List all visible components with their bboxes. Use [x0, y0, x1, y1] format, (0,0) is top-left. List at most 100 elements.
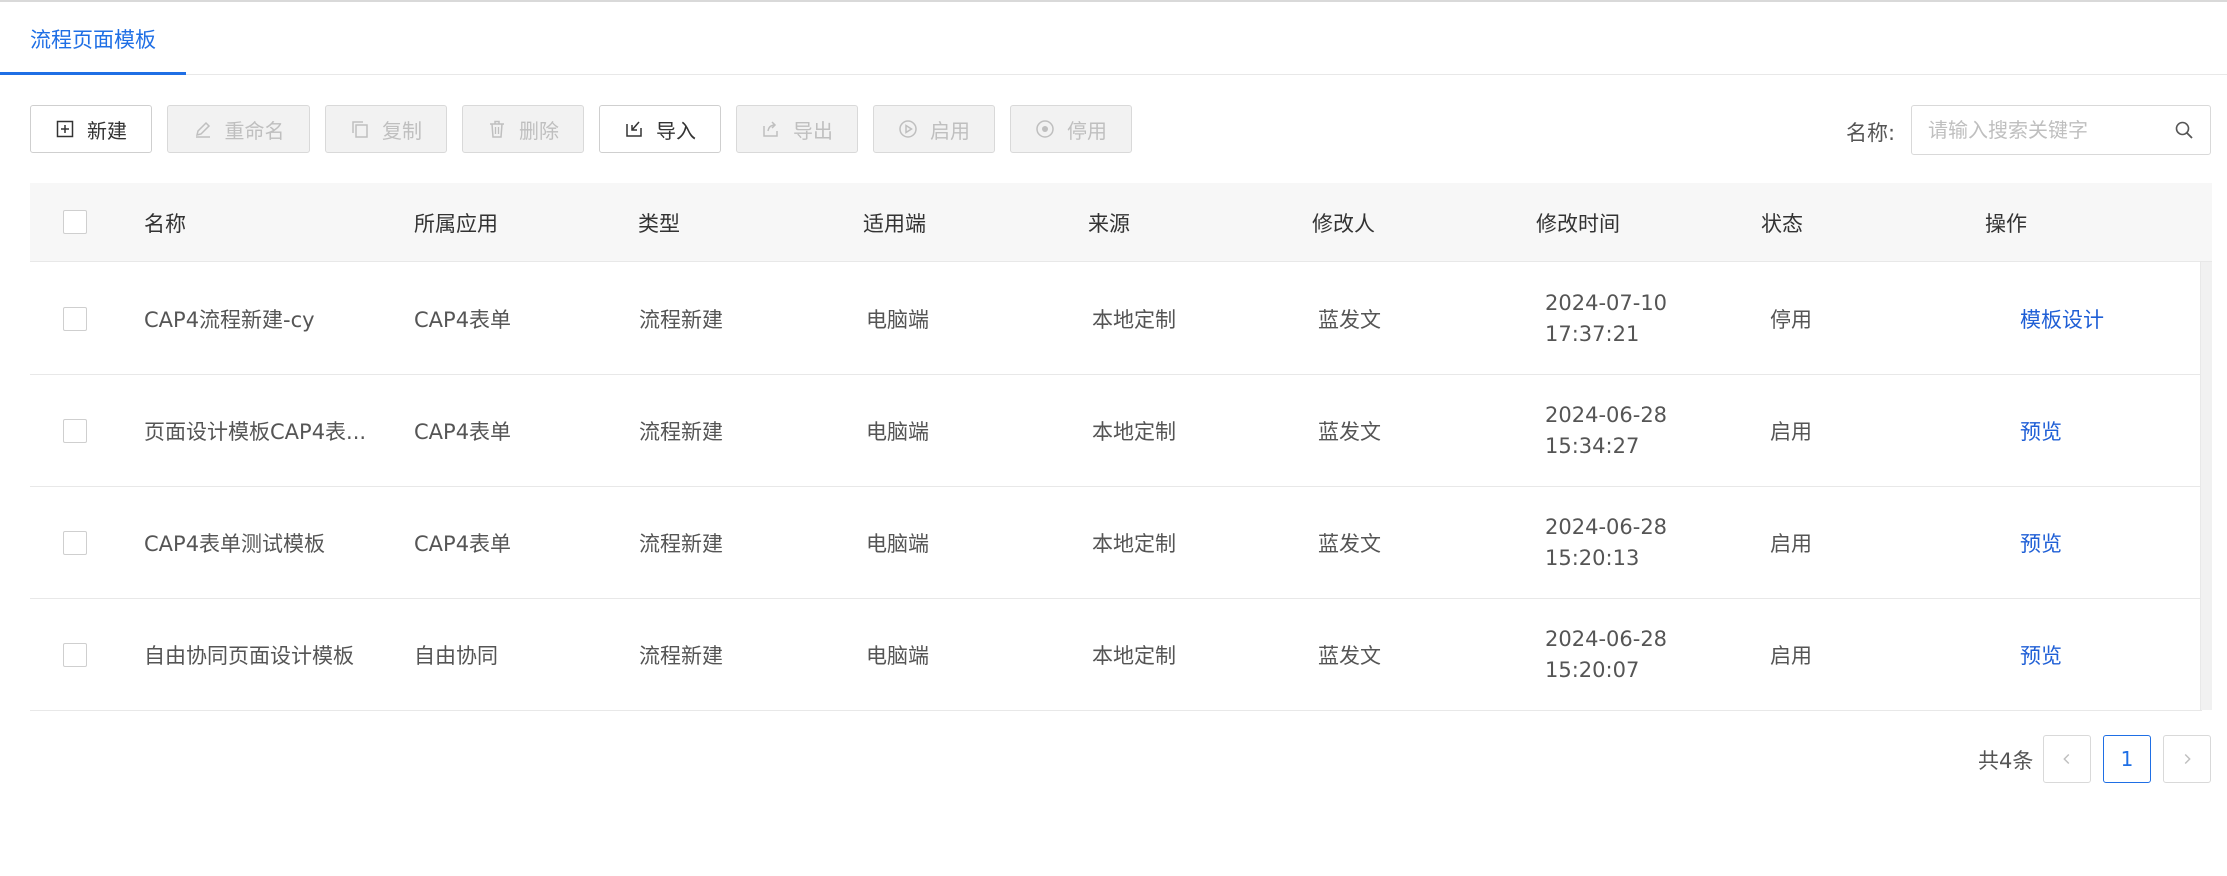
cell-app: CAP4表单	[414, 308, 512, 332]
delete-button[interactable]: 删除	[462, 105, 584, 153]
cell-status: 停用	[1770, 308, 1812, 332]
preview-link[interactable]: 预览	[2020, 599, 2062, 711]
stop-circle-icon	[1035, 119, 1055, 139]
cell-modify-time: 2024-07-10 17:37:21	[1545, 263, 1667, 375]
cell-name: 页面设计模板CAP4表...	[144, 420, 367, 444]
modify-clock: 15:34:27	[1545, 434, 1640, 458]
delete-button-label: 删除	[519, 118, 559, 143]
row-checkbox[interactable]	[63, 307, 87, 331]
cell-platform: 电脑端	[866, 644, 929, 668]
total-count: 共4条	[1978, 749, 2034, 773]
modify-clock: 17:37:21	[1545, 322, 1640, 346]
disable-button-label: 停用	[1067, 118, 1107, 143]
copy-button[interactable]: 复制	[325, 105, 447, 153]
new-button[interactable]: 新建	[30, 105, 152, 153]
header-source[interactable]: 来源	[1088, 183, 1130, 262]
cell-modify-time: 2024-06-28 15:20:13	[1545, 487, 1667, 599]
play-circle-icon	[898, 119, 918, 139]
copy-button-label: 复制	[382, 118, 422, 143]
search-icon[interactable]	[2174, 120, 2194, 140]
cell-modifier: 蓝发文	[1318, 308, 1381, 332]
cell-modify-time: 2024-06-28 15:20:07	[1545, 599, 1667, 711]
rename-button[interactable]: 重命名	[167, 105, 310, 153]
trash-icon	[487, 119, 507, 139]
import-icon	[624, 119, 644, 139]
modify-clock: 15:20:13	[1545, 546, 1640, 570]
modify-date: 2024-06-28	[1545, 627, 1668, 651]
cell-app: CAP4表单	[414, 420, 512, 444]
chevron-right-icon	[2184, 753, 2191, 765]
cell-platform: 电脑端	[866, 532, 929, 556]
table-row[interactable]: CAP4流程新建-cy CAP4表单 流程新建 电脑端 本地定制 蓝发文 202…	[30, 263, 2202, 375]
cell-name: CAP4流程新建-cy	[144, 308, 315, 332]
template-design-link[interactable]: 模板设计	[2020, 263, 2104, 375]
cell-name: 自由协同页面设计模板	[144, 644, 354, 668]
table-row[interactable]: 页面设计模板CAP4表... CAP4表单 流程新建 电脑端 本地定制 蓝发文 …	[30, 375, 2202, 487]
cell-app: CAP4表单	[414, 532, 512, 556]
enable-button[interactable]: 启用	[873, 105, 995, 153]
cell-platform: 电脑端	[866, 308, 929, 332]
row-checkbox[interactable]	[63, 419, 87, 443]
header-action: 操作	[1985, 211, 2027, 236]
preview-link[interactable]: 预览	[2020, 375, 2062, 487]
active-tab-indicator	[0, 72, 186, 75]
table-header: 名称 所属应用 类型 适用端 来源 修改人 修改时间 状态 操作	[30, 183, 2212, 262]
plus-square-icon	[55, 119, 75, 139]
tab-bar: 流程页面模板	[0, 2, 2227, 75]
modify-clock: 15:20:07	[1545, 658, 1640, 682]
search-input[interactable]	[1928, 106, 2158, 154]
search-box	[1911, 105, 2211, 155]
modify-date: 2024-06-28	[1545, 515, 1668, 539]
cell-type: 流程新建	[639, 644, 723, 668]
enable-button-label: 启用	[930, 118, 970, 143]
header-modifier[interactable]: 修改人	[1312, 183, 1375, 262]
cell-modifier: 蓝发文	[1318, 644, 1381, 668]
cell-type: 流程新建	[639, 532, 723, 556]
row-checkbox[interactable]	[63, 531, 87, 555]
disable-button[interactable]: 停用	[1010, 105, 1132, 153]
import-button[interactable]: 导入	[599, 105, 721, 153]
new-button-label: 新建	[87, 118, 127, 143]
cell-platform: 电脑端	[866, 420, 929, 444]
export-button[interactable]: 导出	[736, 105, 858, 153]
export-button-label: 导出	[793, 118, 833, 143]
cell-status: 启用	[1770, 644, 1812, 668]
header-app[interactable]: 所属应用	[414, 183, 498, 262]
prev-page-button[interactable]	[2043, 735, 2091, 783]
header-platform[interactable]: 适用端	[863, 183, 926, 262]
import-button-label: 导入	[656, 118, 696, 143]
cell-type: 流程新建	[639, 420, 723, 444]
cell-modifier: 蓝发文	[1318, 420, 1381, 444]
table-row[interactable]: CAP4表单测试模板 CAP4表单 流程新建 电脑端 本地定制 蓝发文 2024…	[30, 487, 2202, 599]
chevron-left-icon	[2063, 753, 2070, 765]
cell-status: 启用	[1770, 420, 1812, 444]
tab-label: 流程页面模板	[30, 27, 156, 52]
cell-status: 启用	[1770, 532, 1812, 556]
cell-name: CAP4表单测试模板	[144, 532, 326, 556]
modify-date: 2024-07-10	[1545, 291, 1668, 315]
edit-icon	[193, 119, 213, 139]
search-label: 名称:	[1846, 121, 1896, 145]
export-icon	[761, 119, 781, 139]
header-name[interactable]: 名称	[144, 183, 186, 262]
modify-date: 2024-06-28	[1545, 403, 1668, 427]
page-1-button[interactable]: 1	[2103, 735, 2151, 783]
select-all-checkbox[interactable]	[63, 210, 87, 234]
cell-source: 本地定制	[1092, 532, 1176, 556]
cell-modifier: 蓝发文	[1318, 532, 1381, 556]
table-scrollbar[interactable]	[2200, 262, 2212, 710]
current-page-number: 1	[2120, 747, 2134, 771]
header-modify-time[interactable]: 修改时间	[1536, 183, 1620, 262]
row-checkbox[interactable]	[63, 643, 87, 667]
next-page-button[interactable]	[2163, 735, 2211, 783]
header-type[interactable]: 类型	[638, 183, 680, 262]
table-row[interactable]: 自由协同页面设计模板 自由协同 流程新建 电脑端 本地定制 蓝发文 2024-0…	[30, 599, 2202, 711]
cell-type: 流程新建	[639, 308, 723, 332]
copy-icon	[350, 119, 370, 139]
tab-process-page-template[interactable]: 流程页面模板	[0, 2, 186, 75]
preview-link[interactable]: 预览	[2020, 487, 2062, 599]
cell-source: 本地定制	[1092, 420, 1176, 444]
header-status[interactable]: 状态	[1761, 183, 1803, 262]
cell-app: 自由协同	[414, 644, 498, 668]
cell-modify-time: 2024-06-28 15:34:27	[1545, 375, 1667, 487]
